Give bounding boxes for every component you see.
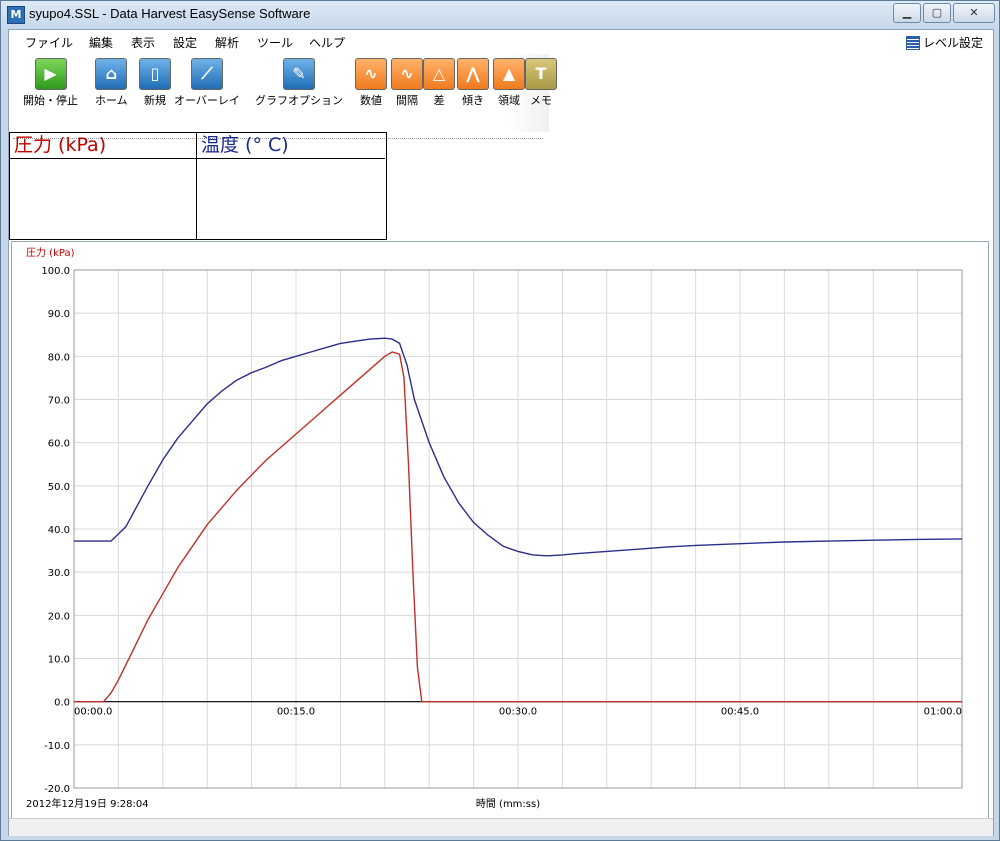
- y-tick-label: 40.0: [48, 525, 70, 536]
- y-tick-label: 80.0: [48, 352, 70, 363]
- pressure-readout-label: 圧力 (kPa): [10, 133, 196, 159]
- y-tick-label: 0.0: [54, 698, 70, 709]
- title-bar[interactable]: M syupo4.SSL - Data Harvest EasySense So…: [1, 1, 999, 27]
- interval-icon: ∿: [400, 64, 414, 83]
- slope-button[interactable]: ⋀ 傾き: [457, 58, 489, 108]
- toolbar: ▶ 開始・停止 ⌂ ホーム ▯ 新規 ⟋ オーバーレイ ✎ グラフオプション ∿…: [9, 54, 557, 139]
- menu-settings[interactable]: 設定: [173, 34, 197, 51]
- y-tick-label: 20.0: [48, 611, 70, 622]
- y-tick-label: 60.0: [48, 439, 70, 450]
- app-window: M syupo4.SSL - Data Harvest EasySense So…: [0, 0, 1000, 841]
- x-tick-label: 00:00.0: [74, 707, 112, 718]
- pressure-readout[interactable]: 圧力 (kPa): [10, 133, 197, 239]
- interval-button[interactable]: ∿ 間隔: [391, 58, 423, 108]
- slope-label: 傾き: [462, 94, 484, 107]
- y-tick-label: 10.0: [48, 655, 70, 666]
- value-label: 数値: [360, 94, 382, 107]
- start-stop-label: 開始・停止: [23, 94, 78, 107]
- home-label: ホーム: [95, 94, 128, 107]
- timestamp-label: 2012年12月19日 9:28:04: [26, 797, 149, 810]
- menu-help[interactable]: ヘルプ: [309, 34, 345, 51]
- new-document-icon: ▯: [150, 64, 160, 83]
- level-settings-button[interactable]: レベル設定: [905, 34, 983, 51]
- menu-analysis[interactable]: 解析: [215, 34, 239, 51]
- y-tick-label: 30.0: [48, 568, 70, 579]
- home-button[interactable]: ⌂ ホーム: [95, 58, 128, 108]
- list-icon: [905, 35, 920, 50]
- temperature-readout[interactable]: 温度 (° C): [197, 133, 385, 239]
- overlay-icon: ⟋: [201, 64, 213, 83]
- start-stop-button[interactable]: ▶ 開始・停止: [23, 58, 78, 108]
- interval-label: 間隔: [396, 94, 418, 107]
- memo-button[interactable]: T メモ: [525, 58, 557, 108]
- wrench-icon: ✎: [292, 64, 306, 83]
- y-tick-label: 100.0: [41, 266, 70, 277]
- x-axis-label: 時間 (mm:ss): [476, 798, 540, 810]
- menu-edit[interactable]: 編集: [89, 34, 113, 51]
- app-icon: M: [7, 6, 25, 24]
- menu-tools[interactable]: ツール: [257, 34, 293, 51]
- status-bar: [9, 818, 993, 836]
- temperature-readout-label: 温度 (° C): [197, 133, 385, 159]
- graph-options-button[interactable]: ✎ グラフオプション: [255, 58, 343, 108]
- overlay-button[interactable]: ⟋ オーバーレイ: [174, 58, 240, 108]
- minimize-button[interactable]: ▁: [893, 3, 921, 23]
- y-tick-label: -20.0: [44, 784, 70, 795]
- value-icon: ∿: [364, 64, 378, 83]
- area-button[interactable]: ▲ 領域: [493, 58, 525, 108]
- memo-label: メモ: [530, 94, 552, 107]
- line-chart[interactable]: 100.0 90.0 80.0 70.0 60.0 50.0 40.0 30.0 20.0 10.…: [12, 242, 988, 820]
- difference-button[interactable]: △ 差: [423, 58, 455, 108]
- y-tick-label: 70.0: [48, 396, 70, 407]
- difference-icon: △: [432, 64, 446, 83]
- home-icon: ⌂: [105, 64, 118, 83]
- x-tick-label: 00:45.0: [721, 707, 759, 718]
- value-button[interactable]: ∿ 数値: [355, 58, 387, 108]
- y-tick-label: 50.0: [48, 482, 70, 493]
- slope-icon: ⋀: [466, 64, 480, 83]
- client-area: ファイル 編集 表示 設定 解析 ツール ヘルプ レベル設定 ▶ 開始・停止 ⌂…: [8, 29, 994, 836]
- new-label: 新規: [144, 94, 166, 107]
- x-tick-label: 01:00.0: [924, 707, 962, 718]
- menu-bar: ファイル 編集 表示 設定 解析 ツール ヘルプ レベル設定: [9, 30, 993, 54]
- x-tick-label: 00:30.0: [499, 707, 537, 718]
- y-tick-label: -10.0: [44, 741, 70, 752]
- play-icon: ▶: [44, 64, 57, 83]
- menu-file[interactable]: ファイル: [25, 34, 73, 51]
- area-label: 領域: [498, 94, 520, 107]
- area-icon: ▲: [502, 64, 516, 83]
- level-settings-label: レベル設定: [922, 36, 983, 50]
- y-tick-label: 90.0: [48, 309, 70, 320]
- overlay-label: オーバーレイ: [174, 94, 240, 107]
- menu-view[interactable]: 表示: [131, 34, 155, 51]
- close-button[interactable]: ✕: [953, 3, 995, 23]
- y-axis-label: 圧力 (kPa): [26, 246, 75, 259]
- maximize-button[interactable]: ▢: [923, 3, 951, 23]
- new-button[interactable]: ▯ 新規: [139, 58, 171, 108]
- graph-panel[interactable]: 100.0 90.0 80.0 70.0 60.0 50.0 40.0 30.0 20.0 10.…: [11, 241, 989, 821]
- memo-icon: T: [535, 64, 547, 83]
- graph-options-label: グラフオプション: [255, 94, 343, 107]
- readout-panel: 圧力 (kPa) 温度 (° C): [9, 132, 387, 240]
- window-title: syupo4.SSL - Data Harvest EasySense Soft…: [29, 6, 311, 21]
- difference-label: 差: [433, 94, 445, 107]
- x-tick-label: 00:15.0: [277, 707, 315, 718]
